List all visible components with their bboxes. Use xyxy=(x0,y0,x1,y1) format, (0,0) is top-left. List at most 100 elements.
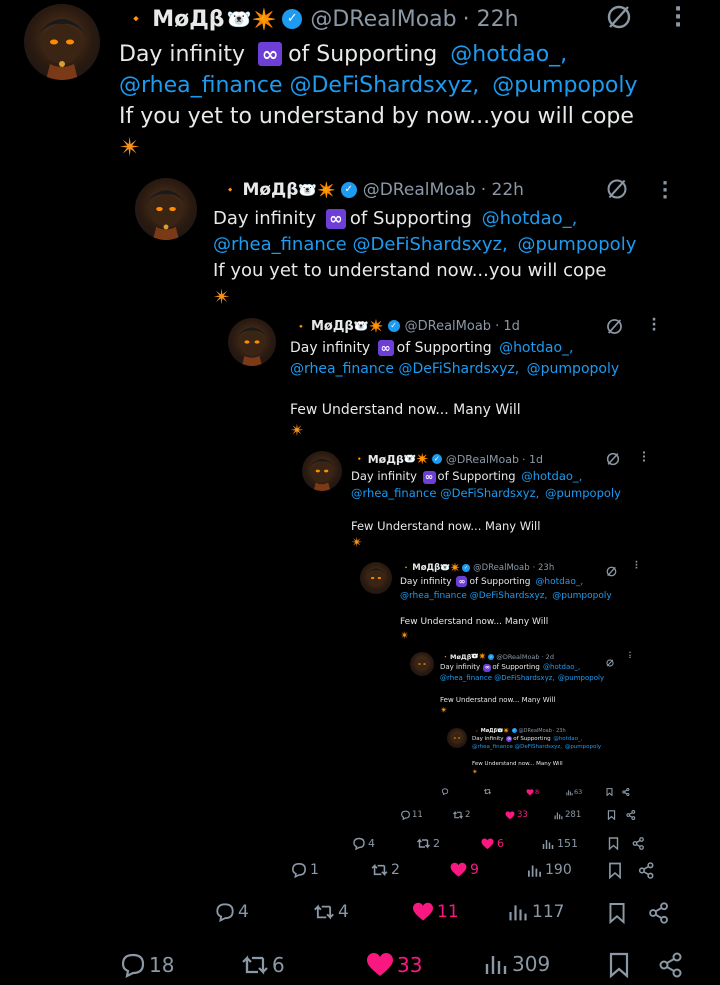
author-handle[interactable]: @DRealMoab xyxy=(496,653,539,661)
avatar[interactable] xyxy=(447,728,467,748)
bookmark-button[interactable] xyxy=(607,810,616,820)
mention-pumpopoly[interactable]: @pumpopoly xyxy=(552,591,611,601)
bookmark-button[interactable] xyxy=(608,837,619,850)
author-handle[interactable]: @DRealMoab xyxy=(473,563,530,573)
repost-button[interactable]: 4 xyxy=(312,902,349,922)
grok-icon[interactable] xyxy=(606,562,617,581)
mention-pumpopoly[interactable]: @pumpopoly xyxy=(492,73,637,98)
share-button[interactable] xyxy=(638,862,655,879)
views-button[interactable]: 63 xyxy=(566,788,582,796)
reply-button[interactable] xyxy=(441,788,449,795)
views-button[interactable]: 151 xyxy=(542,837,578,850)
mention-hotdao[interactable]: @hotdao_, xyxy=(450,42,567,67)
more-icon[interactable]: · · · xyxy=(650,313,658,337)
mention-rhea-finance[interactable]: @rhea_finance xyxy=(440,674,492,682)
author-name[interactable]: MøДβ xyxy=(450,653,471,661)
bookmark-button[interactable] xyxy=(608,902,626,924)
views-button[interactable]: 281 xyxy=(554,810,581,820)
views-button[interactable]: 190 xyxy=(527,862,572,878)
views-button[interactable]: 309 xyxy=(484,952,550,976)
tweet-time[interactable]: · 22h xyxy=(481,180,524,200)
share-button[interactable] xyxy=(632,837,645,850)
author-name[interactable]: MøДβ xyxy=(152,7,224,32)
bookmark-button[interactable] xyxy=(608,952,630,978)
share-button[interactable] xyxy=(626,810,636,820)
mention-rhea-finance[interactable]: @rhea_finance xyxy=(351,486,436,500)
author-name[interactable]: MøДβ xyxy=(311,319,354,334)
mention-hotdao[interactable]: @hotdao_, xyxy=(543,663,580,671)
more-icon[interactable]: · · · xyxy=(660,175,670,207)
mention-defishards[interactable]: @DeFiShardsxyz, xyxy=(515,744,562,750)
avatar[interactable] xyxy=(228,318,276,366)
tweet-time[interactable]: · 23h xyxy=(533,563,555,573)
repost-button[interactable]: 2 xyxy=(416,837,440,850)
more-icon[interactable]: · · · xyxy=(634,559,639,574)
mention-defishards[interactable]: @DeFiShardsxyz, xyxy=(440,486,539,500)
grok-icon[interactable] xyxy=(606,451,620,470)
more-icon[interactable]: · · · xyxy=(641,447,647,466)
grok-icon[interactable] xyxy=(606,652,614,671)
mention-hotdao[interactable]: @hotdao_, xyxy=(499,340,573,356)
more-icon[interactable]: · · · xyxy=(628,650,632,662)
author-handle[interactable]: @DRealMoab xyxy=(405,319,491,334)
mention-pumpopoly[interactable]: @pumpopoly xyxy=(558,674,604,682)
mention-rhea-finance[interactable]: @rhea_finance xyxy=(213,234,347,255)
mention-defishards[interactable]: @DeFiShardsxyz, xyxy=(470,591,548,601)
mention-rhea-finance[interactable]: @rhea_finance xyxy=(400,591,467,601)
avatar[interactable] xyxy=(410,652,434,676)
mention-rhea-finance[interactable]: @rhea_finance xyxy=(290,361,394,377)
reply-button[interactable]: 18 xyxy=(119,952,174,978)
repost-button[interactable]: 2 xyxy=(452,810,470,820)
like-button[interactable]: 11 xyxy=(412,902,459,922)
tweet-time[interactable]: · 22h xyxy=(463,7,519,32)
tweet-time[interactable]: · 23h xyxy=(553,728,566,734)
mention-hotdao[interactable]: @hotdao_, xyxy=(521,469,582,483)
share-button[interactable] xyxy=(648,902,670,924)
share-button[interactable] xyxy=(658,952,684,978)
like-button[interactable]: 8 xyxy=(526,788,539,796)
like-button[interactable]: 9 xyxy=(450,862,479,878)
reply-button[interactable]: 4 xyxy=(352,837,375,850)
mention-rhea-finance[interactable]: @rhea_finance xyxy=(119,73,282,98)
reply-button[interactable]: 1 xyxy=(290,862,319,878)
author-handle[interactable]: @DRealMoab xyxy=(363,180,476,200)
like-button[interactable]: 33 xyxy=(366,952,422,978)
mention-pumpopoly[interactable]: @pumpopoly xyxy=(517,234,636,255)
more-icon[interactable]: · · · xyxy=(672,0,684,37)
author-handle[interactable]: @DRealMoab xyxy=(446,453,519,466)
author-name[interactable]: MøДβ xyxy=(368,453,404,466)
like-button[interactable]: 6 xyxy=(481,837,504,850)
bookmark-button[interactable] xyxy=(606,788,613,796)
author-handle[interactable]: @DRealMoab xyxy=(310,7,456,32)
grok-icon[interactable] xyxy=(606,4,632,30)
avatar[interactable] xyxy=(302,451,342,491)
mention-defishards[interactable]: @DeFiShardsxyz, xyxy=(353,234,508,255)
mention-hotdao[interactable]: @hotdao_, xyxy=(553,736,582,742)
views-button[interactable]: 117 xyxy=(508,902,564,922)
avatar[interactable] xyxy=(360,562,392,594)
author-name[interactable]: MøДβ xyxy=(481,728,497,734)
mention-hotdao[interactable]: @hotdao_, xyxy=(482,208,578,229)
avatar[interactable] xyxy=(135,178,197,240)
grok-icon[interactable] xyxy=(606,178,628,204)
mention-defishards[interactable]: @DeFiShardsxyz, xyxy=(289,73,479,98)
mention-pumpopoly[interactable]: @pumpopoly xyxy=(565,744,601,750)
mention-hotdao[interactable]: @hotdao_, xyxy=(535,577,583,587)
mention-pumpopoly[interactable]: @pumpopoly xyxy=(527,361,619,377)
tweet-time[interactable]: · 2d xyxy=(542,653,554,661)
mention-pumpopoly[interactable]: @pumpopoly xyxy=(545,486,621,500)
mention-defishards[interactable]: @DeFiShardsxyz, xyxy=(494,674,554,682)
like-button[interactable]: 33 xyxy=(505,810,528,820)
mention-defishards[interactable]: @DeFiShardsxyz, xyxy=(398,361,519,377)
tweet-time[interactable]: · 1d xyxy=(495,319,520,334)
repost-button[interactable]: 2 xyxy=(370,862,400,878)
grok-icon[interactable] xyxy=(606,318,623,339)
reply-button[interactable]: 4 xyxy=(214,902,249,922)
avatar[interactable] xyxy=(24,4,100,80)
share-button[interactable] xyxy=(622,788,630,796)
reply-button[interactable]: 11 xyxy=(400,810,423,820)
tweet-time[interactable]: · 1d xyxy=(522,453,543,466)
repost-button[interactable] xyxy=(483,788,492,795)
bookmark-button[interactable] xyxy=(608,862,622,879)
mention-rhea-finance[interactable]: @rhea_finance xyxy=(472,744,513,750)
